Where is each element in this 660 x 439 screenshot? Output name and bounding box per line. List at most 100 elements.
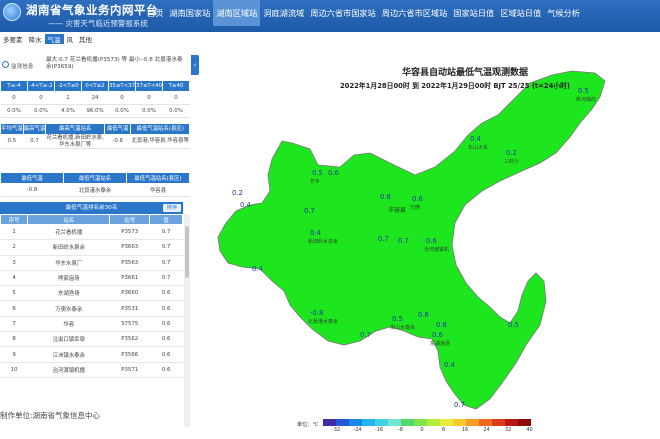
nav-item[interactable]: 国家站日值 bbox=[450, 0, 497, 26]
app-header: 湖南省气象业务内网平台 —— 灾害天气临近预警报系统 首页 湖南国家站 湖南区域站洞… bbox=[0, 0, 660, 32]
rank-cell: P3661 bbox=[109, 270, 150, 287]
stats-cell: 0.7 bbox=[23, 134, 46, 149]
nav-item[interactable]: 湖南区域站 bbox=[213, 0, 261, 26]
legend-swatch bbox=[401, 419, 414, 426]
table-row[interactable]: 9 江洲镇水泰余 P3566 0.6 bbox=[0, 346, 183, 363]
station-value[interactable]: 0.6 bbox=[436, 321, 447, 329]
station-value[interactable]: 0.6 bbox=[432, 331, 443, 339]
station-value[interactable]: 0.6 bbox=[412, 195, 423, 203]
map-title: 华容县自动站最低气温观测数据 bbox=[401, 68, 528, 78]
nav-item[interactable]: 周边六省市区域站 bbox=[379, 0, 451, 26]
rank-cell: 江洲镇水泰余 bbox=[27, 346, 110, 363]
station-value[interactable]: 0.7 bbox=[304, 207, 315, 215]
table-row[interactable]: 1 花兰看机播 P3573 0.7 bbox=[0, 224, 183, 241]
nav-item[interactable]: 周边六省市国家站 bbox=[307, 0, 379, 26]
range-count: 0 bbox=[27, 91, 55, 105]
station-value[interactable]: 0.7 bbox=[360, 331, 371, 339]
rank-cell: P3562 bbox=[109, 331, 150, 348]
table-row[interactable]: 2 新田岭水泉余 P3663 0.7 bbox=[0, 239, 183, 256]
table-row[interactable]: 8 注滋口镇幸墩 P3562 0.6 bbox=[0, 331, 183, 348]
table-row[interactable]: 7 华容 57575 0.6 bbox=[0, 316, 183, 333]
station-name: 三封小 bbox=[504, 159, 520, 165]
legend-swatch bbox=[453, 419, 466, 426]
nav-item[interactable]: 首页 bbox=[144, 0, 166, 26]
station-value[interactable]: 0.5 bbox=[578, 87, 589, 95]
station-value[interactable]: 0.5 bbox=[312, 169, 323, 177]
range-percent: 96.0% bbox=[81, 104, 109, 118]
rank-cell: 治河渡镇机播 bbox=[27, 362, 110, 378]
toolbar-tab[interactable]: 风 bbox=[64, 34, 77, 44]
scroll-thumb[interactable] bbox=[185, 226, 189, 278]
toolbar-tab[interactable]: 气温 bbox=[44, 33, 64, 44]
station-value[interactable]: 0.4 bbox=[240, 201, 251, 209]
range-table: T≤-4 -4<T≤-2 -2<T≤0 0<T≤2 35≤T<37 37≤T<40 T≥40… bbox=[0, 80, 190, 118]
station-value[interactable]: 0.4 bbox=[470, 135, 481, 143]
toolbar-tab[interactable]: 多要素 bbox=[0, 34, 26, 44]
sort-button[interactable]: 排序 bbox=[163, 204, 181, 212]
rank-title-text: 最低气温排名前30名 bbox=[65, 205, 118, 211]
legend-swatch bbox=[479, 419, 492, 426]
station-name: 治河渡镇机 bbox=[424, 247, 450, 253]
collapse-sidebar-button[interactable]: ‹ bbox=[191, 55, 199, 75]
station-value[interactable]: -0.8 bbox=[310, 309, 323, 317]
range-count: 0 bbox=[108, 91, 136, 105]
station-value[interactable]: 0.7 bbox=[378, 235, 389, 243]
legend-swatch bbox=[375, 419, 388, 426]
nav-item[interactable]: 洞庭湖流域 bbox=[260, 0, 307, 26]
range-percent: 4.0% bbox=[54, 104, 82, 118]
station-value[interactable]: 0.6 bbox=[380, 193, 391, 201]
range-percent: 0.0% bbox=[27, 104, 55, 118]
nav-item[interactable]: 气候分析 bbox=[544, 0, 583, 26]
station-value[interactable]: 0.4 bbox=[310, 229, 321, 237]
station-value[interactable]: 0.7 bbox=[454, 401, 465, 409]
station-value[interactable]: 0.4 bbox=[252, 265, 263, 273]
station-value[interactable]: 0.6 bbox=[426, 237, 437, 245]
min-cell: 华容县 bbox=[126, 183, 190, 197]
element-toolbar: 多要素 降水 气温风其他 bbox=[0, 32, 194, 45]
legend-swatch bbox=[518, 419, 531, 426]
table-row[interactable]: 5 东湖渔场 P3660 0.6 bbox=[0, 285, 183, 302]
rank-cell: 4 bbox=[0, 270, 28, 287]
table-row[interactable]: 3 华东水泉厂 P3563 0.7 bbox=[0, 255, 183, 271]
legend-tick: 16 bbox=[461, 427, 469, 433]
rank-header: 站名 bbox=[27, 214, 111, 225]
table-row[interactable]: 4 熊家庙场 P3661 0.7 bbox=[0, 270, 183, 287]
table-row[interactable]: 10 治河渡镇机播 P3571 0.6 bbox=[0, 362, 183, 378]
rank-cell: 华东水泉厂 bbox=[27, 255, 110, 271]
station-value[interactable]: 0.2 bbox=[506, 149, 517, 157]
toolbar-tab[interactable]: 降水 bbox=[26, 34, 45, 44]
rank-cell: 万庚水泰余 bbox=[27, 300, 110, 317]
rank-title: 最低气温排名前30名 排序 bbox=[0, 202, 183, 214]
rank-cell: 5 bbox=[0, 285, 28, 302]
rank-cell: 0.6 bbox=[149, 346, 183, 363]
station-value[interactable]: 0.6 bbox=[418, 311, 429, 319]
stats-cell: 北景港,华容县,华容县等 bbox=[130, 134, 190, 149]
station-value[interactable]: 0.5 bbox=[508, 321, 519, 329]
rank-cell: P3563 bbox=[109, 255, 150, 271]
station-value[interactable]: 0.6 bbox=[328, 169, 339, 177]
station-value[interactable]: 0.4 bbox=[444, 361, 455, 369]
station-value[interactable]: 0.2 bbox=[232, 189, 243, 197]
nav-item[interactable]: 区域站日值 bbox=[497, 0, 544, 26]
rank-cell: 华容 bbox=[27, 316, 110, 333]
legend-swatch bbox=[492, 419, 505, 426]
monitor-summary: 监测信息 最大:0.7 花兰看机播(P3573) 等 最小:-0.8 北景港水泰… bbox=[0, 55, 190, 77]
rank-cell: 0.6 bbox=[149, 316, 183, 333]
station-name: 万庚 bbox=[410, 205, 421, 211]
legend-swatch bbox=[388, 419, 401, 426]
rank-cell: 0.6 bbox=[149, 300, 183, 317]
toolbar-tab[interactable]: 其他 bbox=[76, 34, 95, 44]
station-value[interactable]: 0.7 bbox=[398, 237, 409, 245]
monitor-icon bbox=[2, 61, 9, 68]
range-header: 0<T≤2 bbox=[81, 80, 109, 92]
station-value[interactable]: 0.5 bbox=[392, 315, 403, 323]
nav-item[interactable]: 湖南国家站 bbox=[166, 0, 213, 26]
map-panel[interactable]: 华容县自动站最低气温观测数据 2022年1月28日00时 到 2022年1月29… bbox=[200, 45, 660, 435]
rank-scrollbar[interactable] bbox=[184, 214, 190, 427]
rank-cell: 0.7 bbox=[149, 239, 183, 256]
stats-cell: -0.8 bbox=[104, 134, 131, 149]
range-count: 1 bbox=[54, 91, 82, 105]
rank-table: 序号 站名 站号值 1 花兰看机播 P3573 0.7 2 新田岭水泉余 P3663 0.7 3 华东… bbox=[0, 214, 183, 378]
table-row[interactable]: 6 万庚水泰余 P3531 0.6 bbox=[0, 300, 183, 317]
range-count: 0 bbox=[135, 91, 163, 105]
